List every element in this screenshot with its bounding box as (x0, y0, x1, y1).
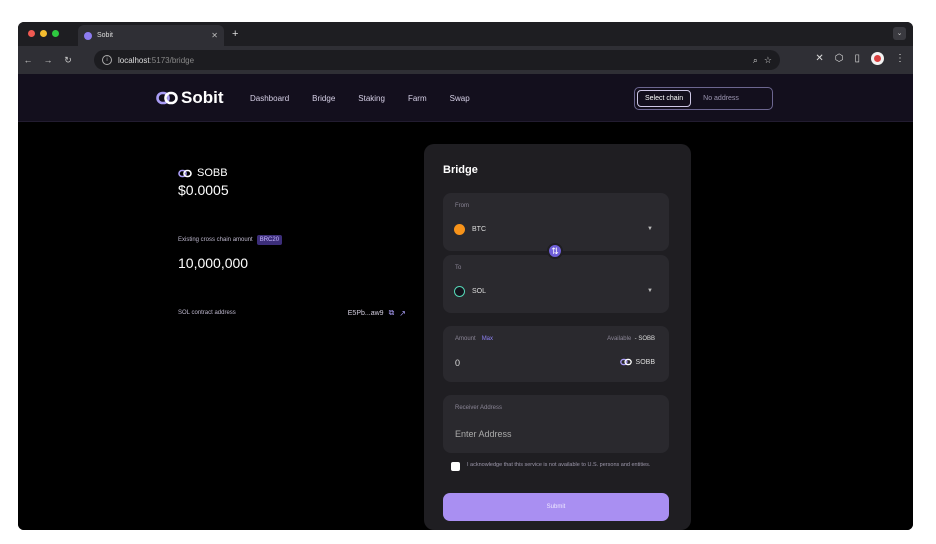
window-controls (28, 30, 59, 37)
receiver-label: Receiver Address (455, 405, 503, 411)
tab-search-icon[interactable]: ⌄ (893, 27, 906, 40)
select-chain-button[interactable]: Select chain (637, 90, 692, 107)
nav-dashboard[interactable]: Dashboard (250, 94, 289, 103)
favicon-icon (84, 31, 92, 40)
link-icon (156, 91, 178, 105)
btc-icon (454, 224, 465, 235)
bridge-panel: Bridge From BTC ▼ ⇅ To SOL ▼ Amount Max A… (424, 144, 691, 530)
cross-chain-label: Existing cross chain amount (178, 237, 253, 243)
minimize-window-button[interactable] (40, 30, 47, 37)
copy-icon[interactable]: ⧉ (389, 308, 395, 318)
profile-icon[interactable] (871, 52, 884, 65)
amount-token: SOBB (619, 358, 655, 366)
address-bar[interactable]: i localhost:5173/bridge ⌕ ☆ (94, 50, 780, 70)
ack-checkbox[interactable] (451, 462, 460, 471)
sol-contract-row: SOL contract address E5Pb...aw9 ⧉ ↗ (178, 308, 406, 318)
nav-swap[interactable]: Swap (450, 94, 470, 103)
logo[interactable]: Sobit (156, 88, 224, 108)
chevron-down-icon[interactable]: ▼ (647, 226, 653, 232)
ack-text: I acknowledge that this service is not a… (467, 462, 651, 468)
token-price: $0.0005 (178, 182, 229, 198)
star-icon[interactable]: ☆ (764, 55, 772, 66)
from-token: BTC (472, 226, 486, 233)
cross-chain-amount: 10,000,000 (178, 255, 249, 271)
ack-row: I acknowledge that this service is not a… (451, 461, 671, 471)
to-token: SOL (472, 288, 487, 295)
app-page: Sobit Dashboard Bridge Staking Farm Swap… (18, 74, 913, 530)
amount-input[interactable]: 0 (455, 358, 460, 368)
wallet-address[interactable]: No address (703, 95, 739, 102)
bridge-title: Bridge (443, 164, 478, 176)
sol-icon (454, 286, 465, 297)
sol-contract-label: SOL contract address (178, 310, 236, 316)
token-header: SOBB (178, 167, 228, 179)
url-text[interactable]: localhost:5173/bridge (118, 56, 747, 65)
nav-bridge[interactable]: Bridge (312, 94, 335, 103)
nav-staking[interactable]: Staking (358, 94, 385, 103)
menu-icon[interactable]: ⋮ (895, 53, 905, 64)
to-label: To (455, 265, 462, 271)
submit-button[interactable]: Submit (443, 493, 669, 521)
to-select[interactable]: To SOL ▼ (443, 255, 669, 313)
wallet-box: Select chain No address (634, 87, 773, 110)
info-icon[interactable]: i (102, 55, 112, 65)
browser-window: Sobit ✕ + ⌄ ← → ↻ i localhost:5173/bridg… (18, 22, 913, 530)
sidepanel-icon[interactable]: ▯ (854, 53, 860, 64)
from-label: From (455, 203, 469, 209)
new-tab-button[interactable]: + (232, 28, 238, 40)
link-icon (619, 358, 632, 366)
close-window-button[interactable] (28, 30, 35, 37)
tab-strip: Sobit ✕ + ⌄ (18, 22, 913, 46)
max-button[interactable]: Max (482, 336, 493, 342)
browser-tab[interactable]: Sobit ✕ (78, 25, 224, 46)
available-balance: Available - SOBB (607, 336, 655, 342)
close-icon[interactable]: ✕ (211, 31, 218, 40)
browser-toolbar: ← → ↻ i localhost:5173/bridge ⌕ ☆ ✕ ⬡ ▯ … (18, 46, 913, 74)
zoom-icon[interactable]: ⌕ (753, 55, 758, 66)
main-nav: Dashboard Bridge Staking Farm Swap (250, 94, 470, 103)
brc20-badge: BRC20 (256, 235, 283, 245)
receiver-box[interactable]: Receiver Address (443, 395, 669, 453)
token-name: SOBB (197, 167, 228, 179)
chevron-down-icon[interactable]: ▼ (647, 288, 653, 294)
swap-icon[interactable]: ⇅ (547, 243, 563, 259)
puzzle-icon[interactable]: ⬡ (835, 53, 844, 64)
amount-box[interactable]: Amount Max Available - SOBB 0 SOBB (443, 326, 669, 382)
toolbar-actions: ✕ ⬡ ▯ ⋮ (815, 52, 905, 65)
extension-icon[interactable]: ✕ (815, 53, 823, 64)
forward-icon[interactable]: → (38, 55, 58, 65)
amount-label: Amount Max (455, 336, 494, 342)
sol-contract-address: E5Pb...aw9 (347, 309, 384, 317)
app-header: Sobit Dashboard Bridge Staking Farm Swap… (18, 74, 913, 122)
logo-text: Sobit (181, 88, 224, 107)
back-icon[interactable]: ← (18, 55, 38, 65)
link-icon (178, 169, 192, 177)
maximize-window-button[interactable] (52, 30, 59, 37)
receiver-address-input[interactable] (455, 429, 655, 439)
nav-farm[interactable]: Farm (408, 94, 427, 103)
tab-title: Sobit (97, 32, 113, 39)
external-link-icon[interactable]: ↗ (399, 309, 406, 318)
cross-chain-row: Existing cross chain amount BRC20 (178, 235, 283, 245)
reload-icon[interactable]: ↻ (58, 55, 78, 66)
